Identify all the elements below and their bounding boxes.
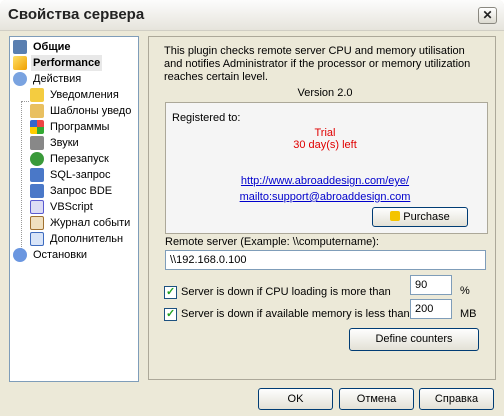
tree-item-label: SQL-запрос xyxy=(50,169,111,181)
memory-label: Server is down if available memory is le… xyxy=(181,308,410,320)
tree-item-label: Действия xyxy=(33,73,82,85)
website-link[interactable]: http://www.abroaddesign.com/eye/ xyxy=(164,175,486,187)
journal-icon xyxy=(30,216,44,230)
check-icon: ✓ xyxy=(166,308,176,320)
envelope-icon xyxy=(30,88,44,102)
title-bar: Свойства сервера ✕ xyxy=(0,0,504,31)
cpu-label: Server is down if CPU loading is more th… xyxy=(181,286,391,298)
tree-line xyxy=(21,101,22,253)
tree-item-label: Шаблоны уведо xyxy=(50,105,132,117)
purchase-icon xyxy=(390,211,401,221)
close-button[interactable]: ✕ xyxy=(478,7,497,24)
close-icon: ✕ xyxy=(482,8,493,22)
plugin-description: This plugin checks remote server CPU and… xyxy=(164,45,471,83)
help-button[interactable]: Справка xyxy=(419,388,494,410)
tree-item-label: Звуки xyxy=(50,137,79,149)
tree-item-label: Дополнительн xyxy=(50,233,124,245)
registered-label: Registered to: xyxy=(172,112,241,124)
bde-icon xyxy=(30,184,44,198)
properties-dialog: Свойства сервера ✕ Общие Performance Дей… xyxy=(0,0,504,416)
ok-button[interactable]: OK xyxy=(258,388,333,410)
remote-server-input[interactable]: \\192.168.0.100 xyxy=(165,250,486,270)
plugin-version: Version 2.0 xyxy=(297,87,353,99)
define-counters-button[interactable]: Define counters xyxy=(349,328,479,351)
tree-item-label: Общие xyxy=(33,41,71,53)
tree-item-label: Performance xyxy=(31,55,103,71)
tree-item-label: Запрос BDE xyxy=(50,185,113,197)
lightning-icon xyxy=(13,56,27,70)
memory-checkbox[interactable]: ✓ xyxy=(164,308,177,321)
tree-item-label: Журнал событи xyxy=(50,217,131,229)
tree-item-label: Программы xyxy=(50,121,110,133)
properties-icon xyxy=(13,40,27,54)
cancel-button[interactable]: Отмена xyxy=(339,388,414,410)
magnifier-icon xyxy=(13,72,27,86)
check-icon: ✓ xyxy=(166,286,176,298)
tree-line xyxy=(21,101,29,102)
windows-icon xyxy=(30,120,44,134)
purchase-button[interactable]: Purchase xyxy=(372,207,468,227)
trial-label: Trial xyxy=(314,127,336,139)
purchase-label: Purchase xyxy=(403,211,450,223)
cpu-threshold-input[interactable]: 90 xyxy=(410,275,452,295)
tree-item-label: Остановки xyxy=(33,249,88,261)
extra-icon xyxy=(30,232,44,246)
cpu-checkbox[interactable]: ✓ xyxy=(164,286,177,299)
trial-status: Trial 30 day(s) left xyxy=(164,127,486,151)
memory-threshold-input[interactable]: 200 xyxy=(410,299,452,319)
window-title: Свойства сервера xyxy=(8,6,145,23)
sql-icon xyxy=(30,168,44,182)
script-icon xyxy=(30,200,44,214)
clock-icon xyxy=(13,248,27,262)
tree-item-label: VBScript xyxy=(50,201,93,213)
restart-icon xyxy=(30,152,44,166)
speaker-icon xyxy=(30,136,44,150)
templates-icon xyxy=(30,104,44,118)
memory-unit: MB xyxy=(460,308,477,320)
cpu-unit: % xyxy=(460,285,470,297)
support-email-link[interactable]: mailto:support@abroaddesign.com xyxy=(164,191,486,203)
trial-days: 30 day(s) left xyxy=(293,139,357,151)
tree-item-label: Уведомления xyxy=(50,89,119,101)
remote-server-label: Remote server (Example: \\computername): xyxy=(165,236,379,248)
settings-tree: Общие Performance Действия Уведомления Ш… xyxy=(9,36,139,382)
tree-item-label: Перезапуск xyxy=(50,153,109,165)
